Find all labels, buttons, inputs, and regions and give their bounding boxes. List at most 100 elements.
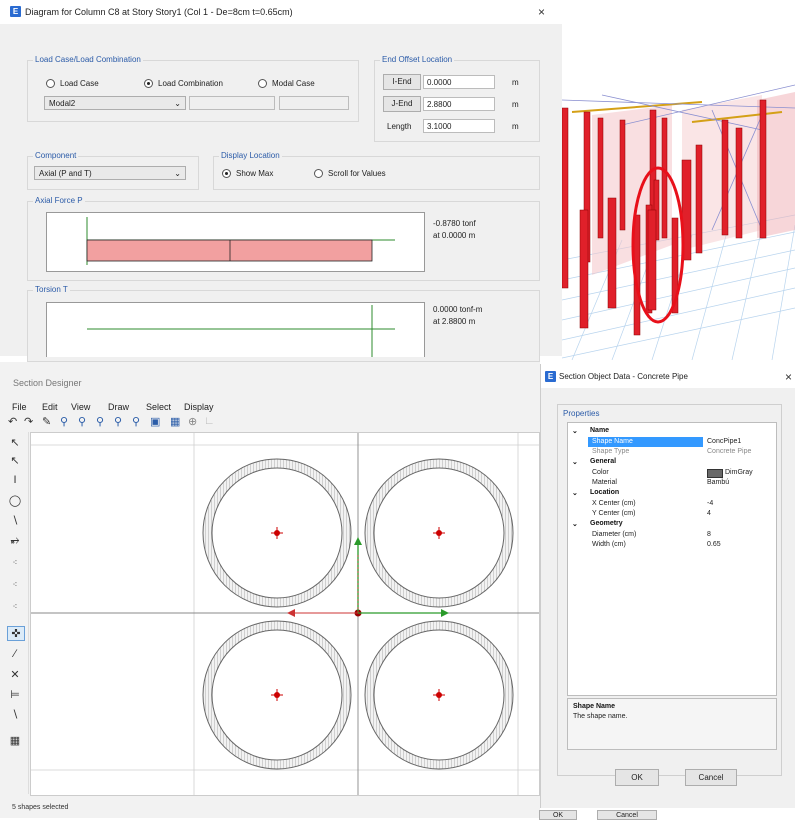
scroll-for-values-radio[interactable] [314, 169, 323, 178]
torsion-max-location: at 2.8800 m [433, 317, 476, 326]
zoom-window-icon[interactable]: ⚲ [60, 415, 68, 428]
etabs-app-icon: E [10, 6, 21, 17]
prop-shape-name-label[interactable]: Shape Name [592, 438, 633, 445]
reshape-pointer-icon[interactable]: ↖ [7, 454, 23, 467]
prop-diameter-value[interactable]: 8 [707, 531, 711, 538]
zoom-fit-icon[interactable]: ⚲ [132, 415, 140, 428]
color-swatch[interactable] [707, 469, 723, 478]
category-name: Name [590, 427, 610, 434]
prop-y-center-value[interactable]: 4 [707, 510, 711, 517]
menu-file[interactable]: File [12, 402, 27, 412]
diagram-title: Diagram for Column C8 at Story Story1 (C… [25, 7, 293, 17]
menu-display[interactable]: Display [184, 402, 214, 412]
pointer-icon[interactable]: ↖ [7, 436, 23, 449]
length-label: Length [387, 122, 412, 131]
axial-force-diagram [46, 212, 425, 272]
menu-edit[interactable]: Edit [42, 402, 58, 412]
zoom-out-icon[interactable]: ⚲ [96, 415, 104, 428]
zoom-in-icon[interactable]: ⚲ [78, 415, 86, 428]
category-location-chevron-icon[interactable]: ⌄ [572, 489, 578, 497]
ok-button[interactable]: OK [615, 769, 659, 786]
background-ok-button[interactable]: OK [539, 810, 577, 820]
load-combination-dropdown[interactable]: Modal2 ⌄ [44, 96, 186, 110]
redo-icon[interactable]: ↷ [24, 415, 33, 428]
show-max-radio-label: Show Max [236, 169, 274, 178]
background-cancel-button[interactable]: Cancel [597, 810, 657, 820]
category-location: Location [590, 489, 620, 496]
length-unit: m [512, 122, 519, 131]
show-max-radio[interactable] [222, 169, 231, 178]
pencil-icon[interactable]: ✎ [42, 415, 51, 428]
modal-case-radio[interactable] [258, 79, 267, 88]
undo-icon[interactable]: ↶ [8, 415, 17, 428]
i-end-field[interactable]: 0.0000 [423, 75, 495, 89]
load-combination-value: Modal2 [49, 99, 76, 108]
close-icon[interactable]: × [538, 5, 545, 19]
dimension-line-icon[interactable]: ∕ [7, 648, 23, 660]
component-value: Axial (P and T) [39, 169, 92, 178]
case-extra-field-2 [279, 96, 349, 110]
chevron-down-icon: ⌄ [174, 169, 181, 178]
prop-color-value[interactable]: DimGray [725, 469, 753, 476]
draw-i-section-icon[interactable]: I [7, 474, 23, 486]
menu-draw[interactable]: Draw [108, 402, 129, 412]
prop-width-value[interactable]: 0.65 [707, 541, 721, 548]
rebar-circle-icon[interactable]: ⁖ [7, 602, 23, 611]
properties-grid-icon[interactable]: ▦ [7, 734, 23, 747]
load-combination-radio[interactable] [144, 79, 153, 88]
draw-polyline-icon[interactable]: ⥵ [7, 534, 23, 547]
j-end-field[interactable]: 2.8800 [423, 97, 495, 111]
caliper-icon[interactable]: ∖ [7, 708, 23, 721]
display-location-group-label: Display Location [219, 151, 282, 160]
model-3d-view[interactable] [562, 0, 795, 360]
section-designer-title: Section Designer [13, 378, 82, 388]
category-geometry-chevron-icon[interactable]: ⌄ [572, 520, 578, 528]
prop-shape-name-value[interactable]: ConcPipe1 [707, 438, 741, 445]
etabs-app-icon: E [545, 371, 556, 382]
load-case-radio-label: Load Case [60, 79, 99, 88]
draw-pipe-icon[interactable]: ◯ [7, 494, 23, 507]
sod-title: Section Object Data - Concrete Pipe [559, 372, 688, 381]
rebar-tool-icon[interactable]: ⁖ [7, 558, 23, 567]
cross-tool-icon[interactable]: ✕ [7, 668, 23, 681]
category-name-chevron-icon[interactable]: ⌄ [572, 427, 578, 435]
j-end-button[interactable]: J-End [383, 96, 421, 112]
category-general-chevron-icon[interactable]: ⌄ [572, 458, 578, 466]
reference-point-icon[interactable]: ✜ [7, 626, 25, 641]
draw-line-icon[interactable]: ∖ [7, 514, 23, 527]
prop-x-center-label: X Center (cm) [592, 500, 636, 507]
torsion-diagram [46, 302, 425, 357]
property-grid[interactable]: ⌄ Name Shape Name ConcPipe1 Shape Type C… [567, 422, 777, 696]
close-icon[interactable]: × [785, 370, 792, 384]
axis-tool-icon[interactable]: ⊨ [7, 688, 23, 701]
component-dropdown[interactable]: Axial (P and T) ⌄ [34, 166, 186, 180]
axial-force-group-label: Axial Force P [33, 196, 85, 205]
menu-select[interactable]: Select [146, 402, 171, 412]
cancel-button[interactable]: Cancel [685, 769, 737, 786]
load-case-radio[interactable] [46, 79, 55, 88]
load-combination-radio-label: Load Combination [158, 79, 223, 88]
angle-icon[interactable]: ∟ [204, 415, 215, 427]
axial-force-fill [86, 239, 373, 262]
rebar-line-icon[interactable]: ⁖ [7, 580, 23, 589]
torsion-max-value: 0.0000 tonf-m [433, 305, 483, 314]
help-title: Shape Name [573, 703, 616, 710]
prop-x-center-value[interactable]: -4 [707, 500, 713, 507]
category-geometry: Geometry [590, 520, 623, 527]
prop-color-label: Color [592, 469, 609, 476]
properties-label: Properties [563, 409, 600, 418]
help-panel: Shape Name The shape name. [567, 698, 777, 750]
snap-icon[interactable]: ⊕ [188, 415, 197, 428]
prop-material-value[interactable]: Bambú [707, 479, 729, 486]
modal-case-radio-label: Modal Case [272, 79, 315, 88]
section-canvas[interactable] [30, 432, 540, 796]
end-offset-group-label: End Offset Location [380, 55, 455, 64]
i-end-button[interactable]: I-End [383, 74, 421, 90]
section-designer-window: Section Designer File Edit View Draw Sel… [0, 362, 540, 818]
zoom-previous-icon[interactable]: ⚲ [114, 415, 122, 428]
length-field: 3.1000 [423, 119, 495, 133]
load-case-group [27, 60, 359, 122]
rubber-band-zoom-icon[interactable]: ▣ [150, 415, 160, 428]
grid-icon[interactable]: ▦ [170, 415, 180, 428]
menu-view[interactable]: View [71, 402, 90, 412]
